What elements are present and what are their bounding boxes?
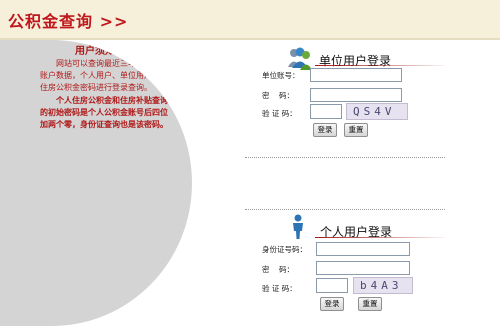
personal-captcha-input[interactable] [316, 278, 348, 293]
person-icon [293, 214, 303, 239]
unit-captcha-image[interactable]: QS4V [346, 103, 408, 120]
personal-id-label: 身份证号码： [262, 245, 307, 254]
personal-captcha-label: 验 证 码： [262, 284, 297, 293]
unit-login-title: 单位用户登录 [319, 54, 392, 68]
personal-login-button[interactable]: 登录 [320, 297, 344, 311]
personal-password-label: 密 码： [262, 265, 295, 274]
notice-panel: 用户须知 网站可以查询最近三年的公积金账户数据，个人用户、单位用户须凭住房公积金… [0, 40, 192, 326]
page-root: 公积金查询 >> 用户须知 网站可以查询最近三年的公积金账户数据，个人用户、单位… [0, 0, 500, 326]
unit-captcha-label: 验 证 码： [262, 109, 297, 118]
notice-paragraph-1: 网站可以查询最近三年的公积金账户数据，个人用户、单位用户须凭住房公积金密码进行登… [40, 59, 168, 92]
unit-password-label: 密 码： [262, 91, 295, 100]
unit-reset-button[interactable]: 重置 [344, 123, 368, 137]
section-separator-2 [245, 209, 445, 210]
unit-login-button[interactable]: 登录 [313, 123, 337, 137]
notice-body: 网站可以查询最近三年的公积金账户数据，个人用户、单位用户须凭住房公积金密码进行登… [40, 58, 168, 131]
personal-captcha-image[interactable]: b4A3 [353, 277, 413, 294]
page-header: 公积金查询 >> [0, 0, 500, 40]
personal-password-input[interactable] [316, 261, 410, 275]
notice-paragraph-2: 个人住房公积金和住房补贴查询的初始密码是个人公积金账号后四位加两个零，身份证查询… [40, 96, 168, 129]
unit-password-input[interactable] [310, 88, 402, 102]
unit-captcha-input[interactable] [310, 104, 342, 119]
personal-login-divider [315, 237, 445, 238]
unit-account-label: 单位账号： [262, 71, 300, 80]
notice-title: 用户须知 [75, 46, 115, 57]
section-separator-1 [245, 157, 445, 158]
unit-login-divider [315, 65, 445, 66]
page-title: 公积金查询 >> [8, 12, 129, 31]
unit-account-input[interactable] [310, 68, 402, 82]
personal-id-input[interactable] [316, 242, 410, 256]
personal-reset-button[interactable]: 重置 [358, 297, 382, 311]
